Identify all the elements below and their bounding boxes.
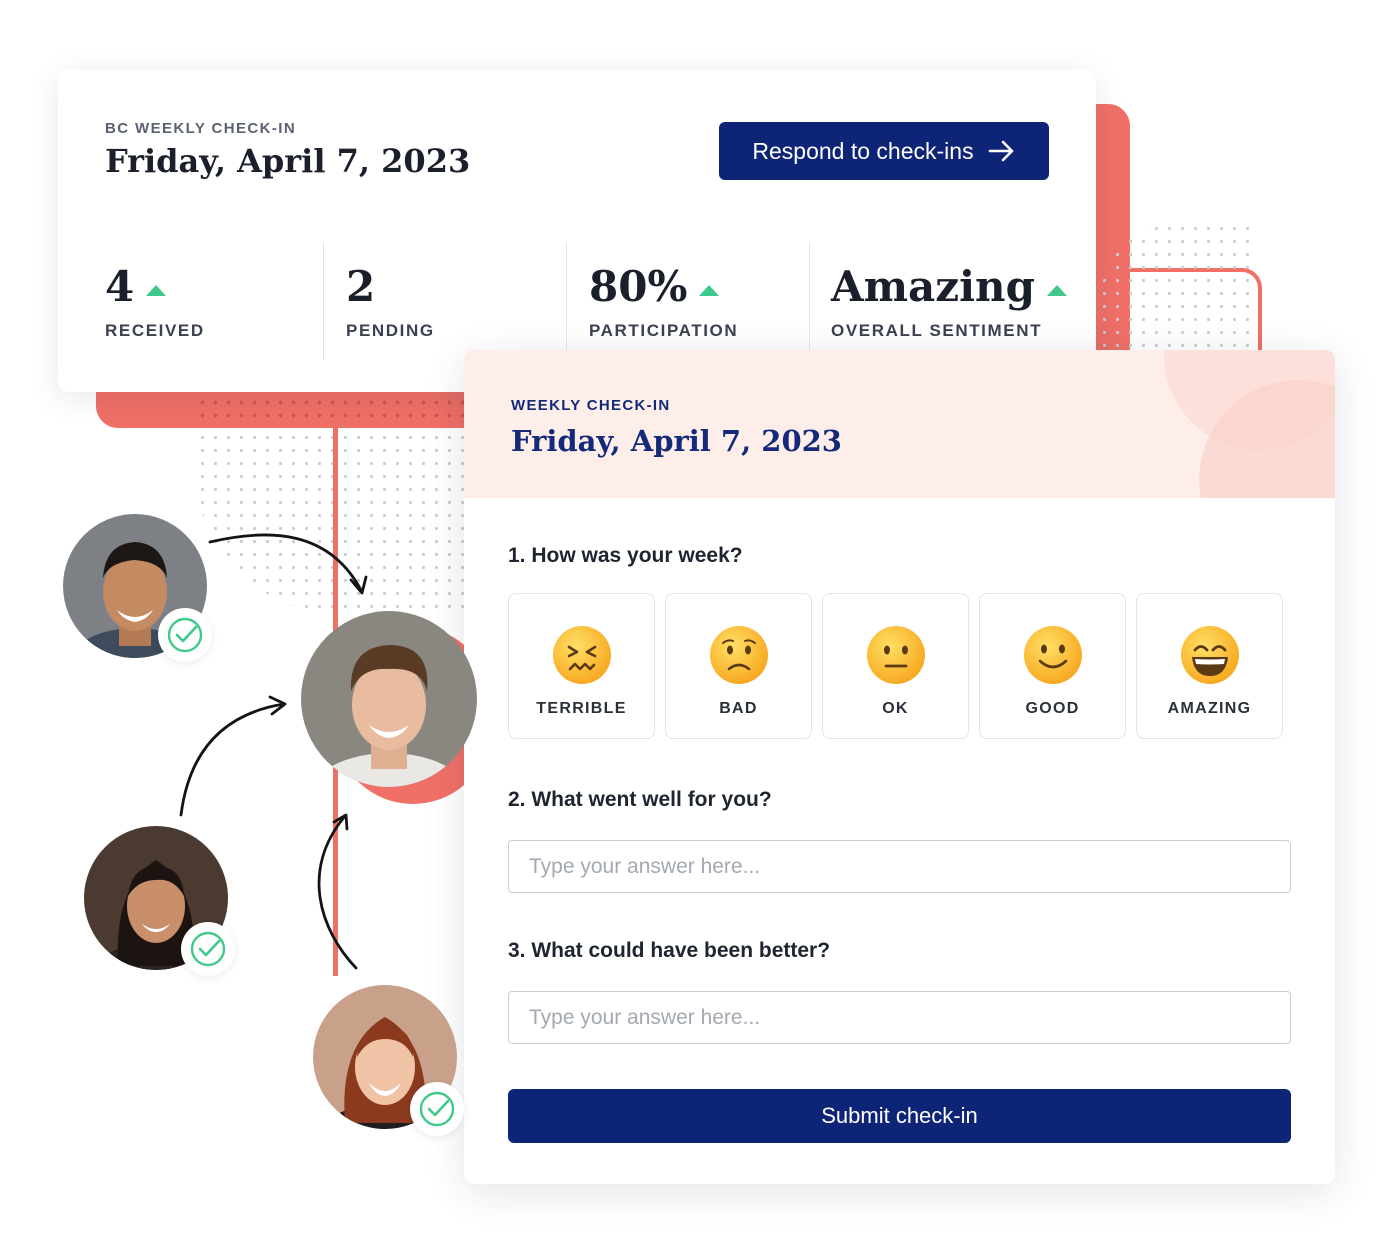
connection-arrows [179, 533, 368, 970]
confounded-face-icon [552, 626, 611, 684]
stat-overall-sentiment: Amazing OVERALL SENTIMENT [831, 242, 1067, 360]
smiling-face-icon [1023, 626, 1082, 684]
mood-label: BAD [719, 700, 758, 717]
avatar [301, 611, 477, 787]
checkin-form-card: WEEKLY CHECK-IN Friday, April 7, 2023 1.… [464, 350, 1335, 1184]
mood-option-ok[interactable]: OK [822, 593, 969, 739]
mood-option-amazing[interactable]: AMAZING [1136, 593, 1283, 739]
could-be-better-answer-input[interactable] [508, 991, 1291, 1044]
completed-badge [181, 922, 235, 976]
check-circle-icon [419, 1091, 455, 1127]
respond-to-checkins-button[interactable]: Respond to check-ins [719, 122, 1049, 180]
arrow-icon [208, 533, 364, 594]
stat-label: PARTICIPATION [589, 321, 739, 340]
question-3: 3. What could have been better? [508, 939, 831, 962]
mood-label: GOOD [1025, 700, 1080, 717]
mood-label: TERRIBLE [536, 700, 627, 717]
check-circle-icon [167, 617, 203, 653]
arrow-icon [317, 814, 358, 970]
question-1: 1. How was your week? [508, 544, 743, 567]
completed-badge [158, 608, 212, 662]
mood-options: TERRIBLE BAD OK GOOD AMAZING [508, 593, 1283, 739]
mood-option-good[interactable]: GOOD [979, 593, 1126, 739]
decorative-dots [1098, 222, 1258, 362]
stat-divider [809, 242, 810, 360]
mood-label: AMAZING [1167, 700, 1252, 717]
trend-up-icon [699, 285, 720, 296]
arrow-right-icon [988, 140, 1013, 162]
check-circle-icon [190, 931, 226, 967]
stat-value: Amazing [831, 262, 1035, 311]
mood-option-terrible[interactable]: TERRIBLE [508, 593, 655, 739]
form-date: Friday, April 7, 2023 [511, 424, 842, 458]
stat-divider [566, 242, 567, 360]
stat-value: 80% [589, 262, 688, 311]
stat-participation: 80% PARTICIPATION [589, 242, 738, 360]
grinning-face-icon [1180, 626, 1239, 684]
respond-button-label: Respond to check-ins [752, 137, 974, 164]
neutral-face-icon [866, 626, 925, 684]
form-header: WEEKLY CHECK-IN Friday, April 7, 2023 [464, 350, 1335, 498]
mood-label: OK [882, 700, 909, 717]
stat-label: OVERALL SENTIMENT [831, 321, 1043, 340]
mood-option-bad[interactable]: BAD [665, 593, 812, 739]
trend-up-icon [1046, 285, 1067, 296]
submit-checkin-button[interactable]: Submit check-in [508, 1089, 1291, 1143]
arrow-icon [179, 702, 286, 817]
question-2: 2. What went well for you? [508, 788, 772, 811]
frowning-face-icon [709, 626, 768, 684]
went-well-answer-input[interactable] [508, 840, 1291, 893]
form-eyebrow: WEEKLY CHECK-IN [511, 397, 671, 414]
completed-badge [410, 1082, 464, 1136]
